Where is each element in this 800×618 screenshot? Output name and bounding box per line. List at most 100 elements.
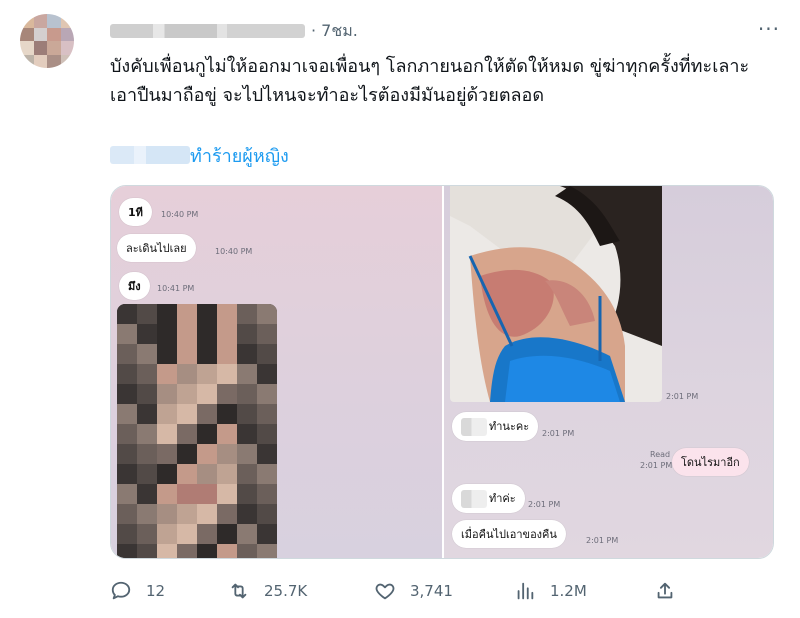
mosaic-tile <box>157 504 177 524</box>
author-name-redacted[interactable] <box>110 24 305 38</box>
mosaic-tile <box>177 424 197 444</box>
like-button[interactable]: 3,741 <box>374 576 453 606</box>
chat-bubble: มึง <box>119 272 150 300</box>
mosaic-tile <box>137 404 157 424</box>
mosaic-tile <box>237 444 257 464</box>
redacted-face-photo <box>117 304 277 558</box>
mosaic-tile <box>237 504 257 524</box>
mosaic-tile <box>117 404 137 424</box>
mosaic-tile <box>47 54 61 68</box>
mosaic-tile <box>157 364 177 384</box>
tag-text[interactable]: ทำร้ายผู้หญิง <box>190 141 289 170</box>
mosaic-tile <box>137 364 157 384</box>
mosaic-tile <box>237 484 257 504</box>
media-right-chat-screenshot[interactable]: 2:01 PM ทำนะคะ 2:01 PM Read 2:01 PM โดนไ… <box>444 186 773 558</box>
media-left-chat-screenshot[interactable]: 1ที 10:40 PM ละเดินไปเลย 10:40 PM มึง 10… <box>111 186 442 558</box>
mosaic-tile <box>117 544 137 558</box>
mosaic-tile <box>117 504 137 524</box>
mosaic-tile <box>197 384 217 404</box>
mosaic-tile <box>20 27 34 41</box>
mosaic-tile <box>217 524 237 544</box>
mosaic-tile <box>33 41 47 55</box>
mosaic-tile <box>177 484 197 504</box>
mosaic-tile <box>237 324 257 344</box>
mosaic-tile <box>217 464 237 484</box>
mosaic-tile <box>257 404 277 424</box>
more-options-icon[interactable]: ··· <box>758 18 780 40</box>
tweet-time[interactable]: · 7ชม. <box>311 19 358 44</box>
mosaic-tile <box>217 404 237 424</box>
mosaic-tile <box>197 444 217 464</box>
mosaic-tile <box>217 504 237 524</box>
mosaic-tile <box>257 324 277 344</box>
retweet-button[interactable]: 25.7K <box>228 576 307 606</box>
mosaic-tile <box>47 27 61 41</box>
mosaic-tile <box>177 384 197 404</box>
mosaic-tile <box>137 384 157 404</box>
mosaic-tile <box>177 504 197 524</box>
mosaic-tile <box>20 41 34 55</box>
mosaic-tile <box>60 27 74 41</box>
mosaic-tile <box>157 304 177 324</box>
mosaic-tile <box>257 484 277 504</box>
reply-count: 12 <box>146 582 166 600</box>
mosaic-tile <box>237 544 257 558</box>
mosaic-tile <box>197 344 217 364</box>
mosaic-tile <box>117 444 137 464</box>
mosaic-tile <box>33 54 47 68</box>
injury-photo <box>450 186 662 402</box>
redacted-text <box>461 418 487 436</box>
chat-timestamp: 2:01 PM <box>528 500 561 509</box>
chat-timestamp: 10:40 PM <box>161 210 199 219</box>
mosaic-tile <box>217 444 237 464</box>
mosaic-tile <box>117 344 137 364</box>
mosaic-tile <box>20 14 34 28</box>
tagged-link[interactable]: ทำร้ายผู้หญิง <box>110 142 289 168</box>
mosaic-tile <box>237 344 257 364</box>
mosaic-tile <box>137 504 157 524</box>
mosaic-tile <box>157 404 177 424</box>
mosaic-tile <box>237 364 257 384</box>
mosaic-tile <box>60 54 74 68</box>
mosaic-tile <box>157 464 177 484</box>
mosaic-tile <box>137 424 157 444</box>
mosaic-tile <box>117 324 137 344</box>
chat-timestamp: 2:01 PM <box>542 429 575 438</box>
mosaic-tile <box>257 364 277 384</box>
mosaic-tile <box>137 484 157 504</box>
chat-timestamp: 10:41 PM <box>157 284 195 293</box>
chat-timestamp: 10:40 PM <box>215 247 253 256</box>
heart-icon <box>375 583 395 600</box>
view-count: 1.2M <box>550 582 587 600</box>
mosaic-tile <box>157 484 177 504</box>
mosaic-tile <box>177 324 197 344</box>
mosaic-tile <box>217 424 237 444</box>
read-receipt: Read <box>650 450 671 459</box>
mosaic-tile <box>157 524 177 544</box>
mosaic-tile <box>237 524 257 544</box>
mosaic-tile <box>157 544 177 558</box>
mosaic-tile <box>117 304 137 324</box>
reply-button[interactable]: 12 <box>110 576 165 606</box>
mosaic-tile <box>157 324 177 344</box>
chat-timestamp: 2:01 PM <box>640 461 673 470</box>
tweet-action-bar: 12 25.7K 3,741 1.2M <box>110 576 680 606</box>
mosaic-tile <box>197 504 217 524</box>
mosaic-tile <box>177 524 197 544</box>
chat-bubble: เมื่อคืนไปเอาของคืน <box>452 520 566 548</box>
mosaic-tile <box>137 524 157 544</box>
mosaic-tile <box>47 14 61 28</box>
mosaic-tile <box>197 484 217 504</box>
avatar[interactable] <box>20 14 74 68</box>
media-grid[interactable]: 1ที 10:40 PM ละเดินไปเลย 10:40 PM มึง 10… <box>110 185 774 559</box>
mosaic-tile <box>177 404 197 424</box>
mosaic-tile <box>257 524 277 544</box>
mosaic-tile <box>197 364 217 384</box>
mosaic-tile <box>117 424 137 444</box>
views-button[interactable]: 1.2M <box>514 576 587 606</box>
mosaic-tile <box>177 544 197 558</box>
mosaic-tile <box>177 444 197 464</box>
mosaic-tile <box>137 344 157 364</box>
share-button[interactable] <box>654 576 690 606</box>
mosaic-tile <box>257 424 277 444</box>
